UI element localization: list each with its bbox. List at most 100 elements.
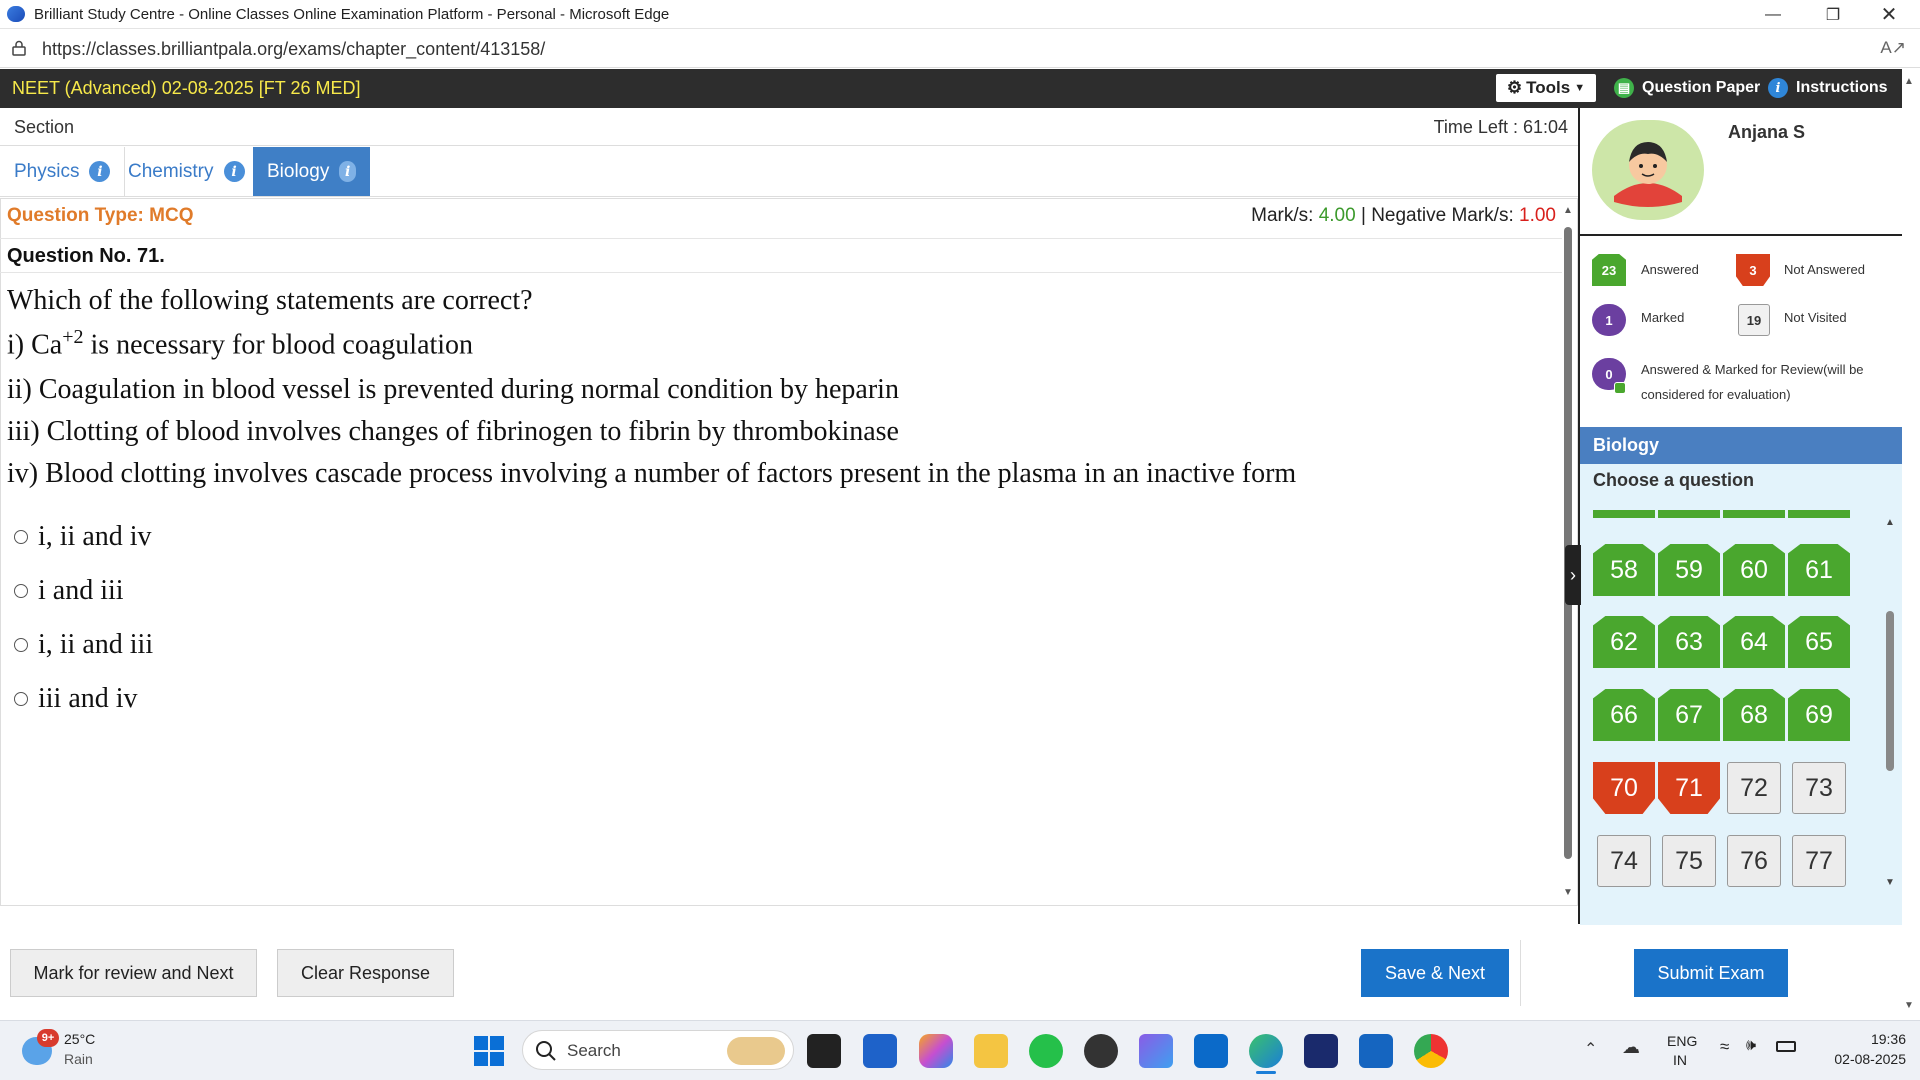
clock-time[interactable]: 19:36: [1826, 1031, 1906, 1047]
edge-taskbar-icon[interactable]: [1249, 1034, 1283, 1068]
tab-physics[interactable]: Physics i: [0, 147, 126, 196]
address-bar: https://classes.brilliantpala.org/exams/…: [0, 30, 1920, 68]
task-view-icon[interactable]: [807, 1034, 841, 1068]
question-palette-button[interactable]: 69: [1788, 689, 1850, 741]
question-text-line: i) Ca+2 is necessary for blood coagulati…: [7, 326, 473, 361]
collapse-panel-button[interactable]: ›: [1565, 545, 1581, 605]
minimize-button[interactable]: —: [1750, 0, 1796, 29]
question-palette-button[interactable]: 58: [1593, 544, 1655, 596]
instructions-label: Instructions: [1796, 79, 1888, 96]
question-palette-button[interactable]: 61: [1788, 544, 1850, 596]
exam-header: NEET (Advanced) 02-08-2025 [FT 26 MED] ⚙…: [0, 69, 1902, 108]
answer-option[interactable]: i, ii and iv: [14, 521, 152, 553]
volume-icon[interactable]: 🕪: [1746, 1037, 1756, 1055]
close-window-button[interactable]: ✕: [1866, 0, 1912, 29]
marks-value: 4.00: [1318, 205, 1356, 226]
store-icon[interactable]: [863, 1034, 897, 1068]
question-palette-button[interactable]: 68: [1723, 689, 1785, 741]
question-palette-button[interactable]: 75: [1662, 835, 1716, 887]
action-footer: Mark for review and Next Clear Response …: [0, 926, 1902, 1018]
question-type: Question Type: MCQ: [7, 205, 194, 226]
clock-date[interactable]: 02-08-2025: [1806, 1051, 1906, 1067]
question-palette-button[interactable]: 77: [1792, 835, 1846, 887]
file-explorer-icon[interactable]: [974, 1034, 1008, 1068]
instructions-link[interactable]: i Instructions: [1768, 78, 1888, 98]
question-palette-button[interactable]: 67: [1658, 689, 1720, 741]
gear-icon: ⚙: [1506, 78, 1523, 97]
section-row: Section Time Left : 61:04: [0, 108, 1578, 146]
tab-label: Biology: [267, 160, 330, 182]
question-palette-button[interactable]: 73: [1792, 762, 1846, 814]
radio-button[interactable]: [14, 530, 28, 544]
copilot-app-icon[interactable]: [1139, 1034, 1173, 1068]
clear-response-button[interactable]: Clear Response: [277, 949, 454, 997]
question-palette-button[interactable]: 63: [1658, 616, 1720, 668]
answered-badge: 23: [1592, 254, 1626, 286]
page-scroll-down-icon[interactable]: ▼: [1904, 1000, 1914, 1011]
language-primary[interactable]: ENG: [1667, 1033, 1697, 1049]
scroll-up-arrow-icon[interactable]: ▲: [1885, 517, 1895, 528]
palette-scrollbar[interactable]: ▲ ▼: [1883, 517, 1897, 897]
zoom-icon[interactable]: [1359, 1034, 1393, 1068]
scrollbar-thumb[interactable]: [1564, 227, 1572, 859]
question-palette-button[interactable]: 76: [1727, 835, 1781, 887]
save-and-next-button[interactable]: Save & Next: [1361, 949, 1509, 997]
question-palette-button[interactable]: 71: [1658, 762, 1720, 814]
footer-divider: [1520, 940, 1521, 1006]
option-label: i, ii and iii: [38, 629, 154, 660]
radio-button[interactable]: [14, 692, 28, 706]
dell-icon[interactable]: [1084, 1034, 1118, 1068]
question-paper-link[interactable]: ▤ Question Paper: [1614, 78, 1760, 98]
question-palette-button[interactable]: 64: [1723, 616, 1785, 668]
answer-option[interactable]: i and iii: [14, 575, 124, 607]
radio-button[interactable]: [14, 638, 28, 652]
url-input[interactable]: https://classes.brilliantpala.org/exams/…: [42, 39, 545, 60]
language-secondary[interactable]: IN: [1673, 1052, 1687, 1068]
scroll-down-arrow-icon[interactable]: ▼: [1563, 887, 1573, 898]
tools-dropdown[interactable]: ⚙ Tools ▼: [1496, 74, 1596, 102]
question-palette-button[interactable]: 65: [1788, 616, 1850, 668]
webex-icon[interactable]: [1304, 1034, 1338, 1068]
onedrive-icon[interactable]: ☁: [1622, 1037, 1640, 1058]
submit-exam-button[interactable]: Submit Exam: [1634, 949, 1788, 997]
question-palette-button[interactable]: 74: [1597, 835, 1651, 887]
scroll-up-arrow-icon[interactable]: ▲: [1563, 205, 1573, 216]
option-label: iii and iv: [38, 683, 138, 714]
page-scroll-up-icon[interactable]: ▲: [1904, 76, 1914, 87]
info-icon[interactable]: i: [223, 161, 245, 182]
answer-option[interactable]: iii and iv: [14, 683, 138, 715]
battery-icon[interactable]: [1776, 1041, 1796, 1052]
question-palette-button[interactable]: 70: [1593, 762, 1655, 814]
read-aloud-icon[interactable]: A↗: [1880, 38, 1906, 58]
answer-option[interactable]: i, ii and iii: [14, 629, 153, 661]
chevron-up-icon[interactable]: ⌃: [1584, 1039, 1597, 1059]
restore-button[interactable]: ❐: [1810, 0, 1856, 29]
start-button[interactable]: [474, 1036, 504, 1066]
info-icon[interactable]: i: [89, 161, 111, 182]
tab-biology[interactable]: Biology i: [253, 147, 370, 196]
windows-logo-part: [474, 1052, 488, 1066]
chrome-icon[interactable]: [1414, 1034, 1448, 1068]
wifi-icon[interactable]: ≈: [1720, 1037, 1729, 1057]
question-palette-button[interactable]: 59: [1658, 544, 1720, 596]
weather-temp[interactable]: 25°C: [64, 1031, 95, 1047]
tab-chemistry[interactable]: Chemistry i: [114, 147, 260, 196]
palette-subject: Biology: [1580, 427, 1902, 464]
question-palette-button[interactable]: 60: [1723, 544, 1785, 596]
question-number: Question No. 71.: [7, 245, 165, 267]
question-palette-button[interactable]: 66: [1593, 689, 1655, 741]
question-palette-button[interactable]: 72: [1727, 762, 1781, 814]
info-icon[interactable]: i: [339, 161, 356, 182]
question-palette-button[interactable]: 62: [1593, 616, 1655, 668]
scroll-down-arrow-icon[interactable]: ▼: [1885, 877, 1895, 888]
radio-button[interactable]: [14, 584, 28, 598]
mark-for-review-button[interactable]: Mark for review and Next: [10, 949, 257, 997]
option-label: i and iii: [38, 575, 124, 606]
outlook-icon[interactable]: [1194, 1034, 1228, 1068]
copilot-icon[interactable]: [919, 1034, 953, 1068]
time-left: Time Left : 61:04: [1433, 117, 1568, 137]
weather-desc[interactable]: Rain: [64, 1051, 93, 1067]
scrollbar-thumb[interactable]: [1886, 611, 1894, 771]
taskbar-search[interactable]: Search: [522, 1030, 794, 1070]
whatsapp-icon[interactable]: [1029, 1034, 1063, 1068]
